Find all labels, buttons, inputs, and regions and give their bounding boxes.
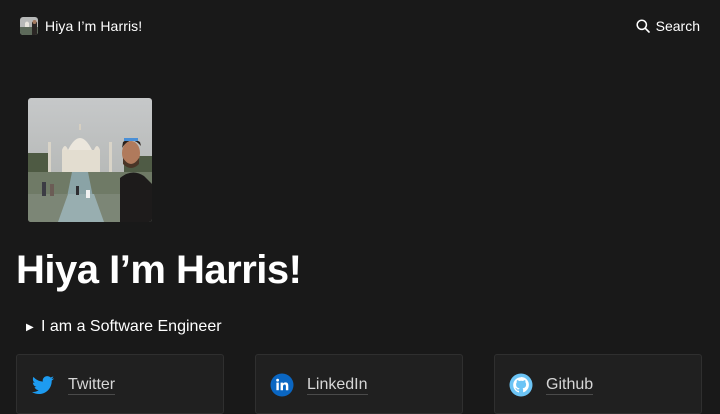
search-icon: [636, 19, 650, 33]
search-label: Search: [655, 18, 700, 34]
twitter-link-card[interactable]: Twitter: [16, 354, 224, 414]
site-avatar-icon: [20, 17, 38, 35]
page-title: Hiya I’m Harris!: [16, 248, 302, 292]
twitter-link-label: Twitter: [68, 376, 116, 395]
triangle-right-icon: ▶: [26, 321, 34, 333]
github-icon: [509, 373, 533, 397]
search-button[interactable]: Search: [636, 16, 700, 36]
site-title: Hiya I’m Harris!: [45, 18, 143, 34]
github-link-card[interactable]: Github: [494, 354, 702, 414]
avatar: [28, 98, 152, 222]
linkedin-icon: [270, 373, 294, 397]
top-bar: Hiya I’m Harris! Search: [0, 0, 720, 52]
linkedin-link-label: LinkedIn: [307, 376, 368, 395]
site-title-link[interactable]: Hiya I’m Harris!: [20, 16, 142, 36]
toggle-label: I am a Software Engineer: [41, 318, 222, 335]
github-link-label: Github: [546, 376, 594, 395]
software-engineer-toggle[interactable]: ▶ I am a Software Engineer: [26, 317, 222, 337]
linkedin-link-card[interactable]: LinkedIn: [255, 354, 463, 414]
twitter-icon: [31, 373, 55, 397]
